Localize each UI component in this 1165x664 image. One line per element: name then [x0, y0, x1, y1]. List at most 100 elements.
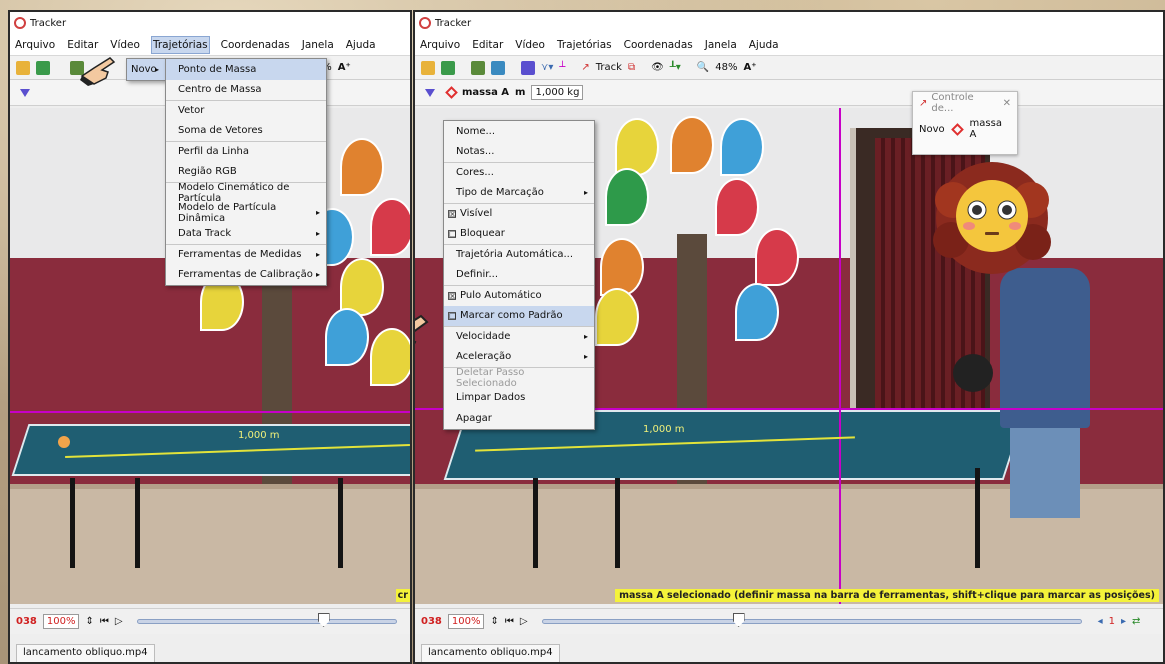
menu-janela[interactable]: Janela: [301, 37, 335, 53]
menu-arquivo[interactable]: Arquivo: [419, 37, 461, 53]
menu-item[interactable]: Aceleração ▸: [444, 347, 594, 368]
footprint-icon[interactable]: ┸▾: [670, 62, 681, 73]
menu-item[interactable]: Região RGB: [166, 162, 326, 183]
spinner-icon[interactable]: ⇕: [490, 616, 498, 627]
menu-item[interactable]: Vetor: [166, 100, 326, 121]
menu-item[interactable]: ☐ Bloquear: [444, 224, 594, 245]
step-size[interactable]: 1: [1109, 616, 1115, 627]
menu-arquivo[interactable]: Arquivo: [14, 37, 56, 53]
menu-ajuda[interactable]: Ajuda: [748, 37, 780, 53]
menu-item-label: Limpar Dados: [456, 392, 526, 404]
menu-item[interactable]: Velocidade ▸: [444, 326, 594, 347]
menu-item[interactable]: Soma de Vetores: [166, 121, 326, 142]
menu-trajetorias[interactable]: Trajetórias: [150, 35, 210, 54]
go-start-icon[interactable]: ⏮: [505, 616, 514, 627]
menu-item[interactable]: Data Track ▸: [166, 223, 326, 244]
zoom-icon[interactable]: 🔍: [697, 62, 709, 73]
spinner-icon[interactable]: ⇕: [85, 616, 93, 627]
calibration-tools-icon[interactable]: ⋎▾: [541, 62, 553, 73]
close-icon[interactable]: ✕: [1003, 98, 1011, 109]
step-back-icon[interactable]: ◂: [1098, 616, 1103, 627]
step-forward-icon[interactable]: ▸: [1121, 616, 1126, 627]
menu-ajuda[interactable]: Ajuda: [345, 37, 377, 53]
menu-item[interactable]: Perfil da Linha: [166, 141, 326, 162]
frame-number[interactable]: 038: [16, 616, 37, 627]
menu-item-label: Data Track: [178, 227, 232, 239]
ball: [58, 436, 70, 448]
leaf: [670, 116, 714, 174]
menu-item[interactable]: Nome...: [444, 121, 594, 142]
file-tab[interactable]: lancamento obliquo.mp4: [16, 644, 155, 662]
checkbox-icon[interactable]: ☐: [448, 311, 456, 320]
title-bar: Tracker: [415, 12, 1163, 34]
checkbox-icon[interactable]: ☒: [448, 209, 456, 218]
slider-thumb[interactable]: [317, 613, 330, 627]
save-icon[interactable]: [441, 60, 455, 75]
menu-item[interactable]: Ferramentas de Medidas ▸: [166, 243, 326, 265]
menu-item[interactable]: Modelo Cinemático de Partícula: [166, 182, 326, 204]
open-folder-icon[interactable]: [421, 60, 435, 75]
menu-trajetorias[interactable]: Trajetórias: [556, 37, 613, 53]
menu-item[interactable]: Apagar: [444, 408, 594, 429]
axis-x-line[interactable]: [10, 411, 410, 413]
checkbox-icon[interactable]: ☐: [448, 229, 456, 238]
zoom-field[interactable]: 100%: [42, 614, 80, 629]
zoom-level: 48%: [715, 62, 738, 73]
menu-item[interactable]: Ponto de Massa: [166, 59, 326, 80]
track-create-icon[interactable]: ↗: [581, 62, 589, 73]
frame-slider[interactable]: [136, 613, 397, 627]
play-icon[interactable]: ▷: [520, 616, 528, 627]
menu-item-label: Apagar: [456, 412, 492, 424]
menu-item[interactable]: Notas...: [444, 142, 594, 163]
menu-coordenadas[interactable]: Coordenadas: [623, 37, 694, 53]
menu-item[interactable]: ☒ Pulo Automático: [444, 285, 594, 306]
zoom-field[interactable]: 100%: [447, 614, 485, 629]
menu-janela[interactable]: Janela: [704, 37, 738, 53]
track-visibility-icon[interactable]: [20, 88, 30, 97]
menu-item[interactable]: Centro de Massa: [166, 80, 326, 101]
font-size-icon[interactable]: A⁺: [744, 62, 757, 73]
axis-y-line[interactable]: [839, 108, 841, 604]
clip-settings-icon[interactable]: [521, 60, 535, 75]
checkbox-icon[interactable]: ☒: [448, 291, 456, 300]
menu-editar[interactable]: Editar: [66, 37, 99, 53]
menu-item-label: Cores...: [456, 167, 494, 179]
menu-item[interactable]: ☒ Visível: [444, 203, 594, 224]
export-icon[interactable]: [491, 60, 505, 75]
selected-track-name[interactable]: massa A: [462, 87, 509, 98]
play-icon[interactable]: ▷: [115, 616, 123, 627]
menu-item[interactable]: Tipo de Marcação ▸: [444, 183, 594, 204]
menu-item[interactable]: Modelo de Partícula Dinâmica ▸: [166, 202, 326, 224]
paddle: [953, 354, 993, 392]
menu-item[interactable]: Trajetória Automática...: [444, 244, 594, 265]
control-novo-button[interactable]: Novo: [919, 124, 945, 135]
track-button[interactable]: Track: [596, 62, 622, 73]
loop-icon[interactable]: ⇄: [1132, 616, 1140, 627]
file-tab[interactable]: lancamento obliquo.mp4: [421, 644, 560, 662]
menu-editar[interactable]: Editar: [471, 37, 504, 53]
import-video-icon[interactable]: [471, 60, 485, 75]
axes-icon[interactable]: ┴: [559, 62, 565, 73]
go-start-icon[interactable]: ⏮: [100, 616, 109, 627]
submenu-arrow-icon: ▸: [315, 208, 320, 218]
save-icon[interactable]: [36, 60, 50, 75]
frame-number[interactable]: 038: [421, 616, 442, 627]
menu-video[interactable]: Vídeo: [109, 37, 141, 53]
menu-item[interactable]: Limpar Dados: [444, 388, 594, 409]
menu-item[interactable]: Definir...: [444, 265, 594, 286]
menu-coordenadas[interactable]: Coordenadas: [220, 37, 291, 53]
open-folder-icon[interactable]: [16, 60, 30, 75]
control-track-button[interactable]: massa A: [970, 118, 1011, 140]
frame-slider[interactable]: [541, 613, 1082, 627]
track-visibility-icon[interactable]: [425, 88, 435, 97]
menu-item[interactable]: Ferramentas de Calibração ▸: [166, 264, 326, 285]
slider-thumb[interactable]: [732, 613, 745, 627]
track-control-icon[interactable]: ⧉: [628, 62, 635, 73]
menu-item[interactable]: Cores...: [444, 162, 594, 183]
visibility-eye-icon[interactable]: 👁: [651, 62, 664, 73]
font-size-icon[interactable]: A⁺: [338, 62, 351, 73]
menu-video[interactable]: Vídeo: [514, 37, 546, 53]
mass-field[interactable]: 1,000 kg: [531, 85, 584, 100]
menu-item[interactable]: ☐ Marcar como Padrão: [444, 305, 594, 326]
menu-item-novo[interactable]: Novo ▸: [127, 59, 165, 80]
